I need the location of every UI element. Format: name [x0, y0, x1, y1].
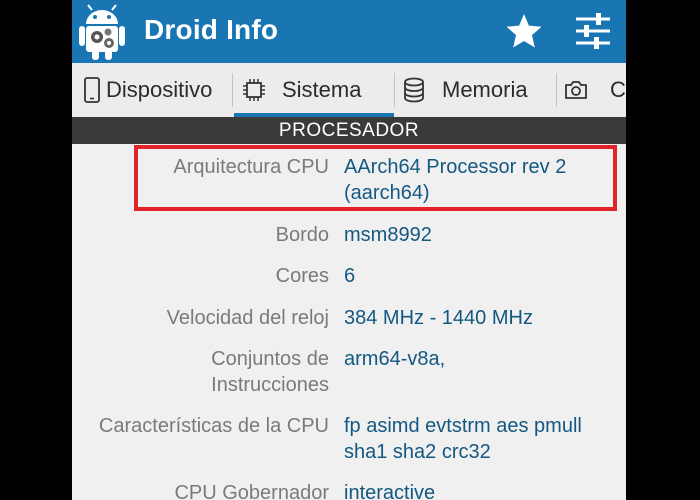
- phone-icon: [84, 77, 100, 103]
- tab-label: Sistema: [282, 77, 362, 102]
- camera-icon: [565, 81, 587, 99]
- favorite-star-icon[interactable]: [504, 11, 544, 51]
- row-value: 384 MHz - 1440 MHz: [344, 307, 533, 329]
- row-value: interactive: [344, 482, 436, 500]
- chip-icon: [243, 79, 265, 101]
- row-label: Bordo: [275, 224, 329, 246]
- row-label: Arquitectura CPU: [173, 156, 329, 178]
- row-label: CPU Gobernador: [174, 482, 329, 500]
- tab-label: Memoria: [442, 77, 528, 102]
- section-header: PROCESADOR: [72, 117, 626, 144]
- tab-label: Cá: [610, 77, 626, 102]
- tab-divider: [394, 73, 395, 107]
- row-label: Características de la CPU: [98, 415, 329, 437]
- tab-sistema[interactable]: Sistema: [234, 63, 394, 117]
- row-label: Cores: [275, 265, 329, 287]
- tab-dispositivo[interactable]: Dispositivo: [72, 63, 232, 117]
- row-value: AArch64 Processor rev 2 (aarch64): [344, 156, 567, 204]
- row-value: fp asimd evtstrm aes pmull sha1 sha2 crc…: [344, 415, 582, 463]
- settings-sliders-icon[interactable]: [572, 10, 614, 52]
- row-value: msm8992: [344, 224, 432, 246]
- tab-label: Dispositivo: [106, 77, 213, 102]
- row-label: Conjuntos de Instrucciones: [211, 348, 329, 396]
- database-icon: [404, 77, 424, 103]
- tab-camara[interactable]: Cá: [558, 63, 626, 117]
- row-label: Velocidad del reloj: [166, 307, 329, 329]
- app-title: Droid Info: [144, 14, 279, 45]
- tab-memoria[interactable]: Memoria: [396, 63, 556, 117]
- app-logo-icon: [79, 4, 125, 60]
- tab-divider: [556, 73, 557, 107]
- tab-bar: Dispositivo Sistema Memoria C: [72, 63, 626, 118]
- row-value: arm64-v8a,: [344, 348, 446, 370]
- tab-divider: [232, 73, 233, 107]
- app-bar: Droid Info: [72, 0, 626, 63]
- phone-screen: Droid Info Dispositivo Sistema Memoria C…: [72, 0, 626, 500]
- row-value: 6: [344, 265, 356, 287]
